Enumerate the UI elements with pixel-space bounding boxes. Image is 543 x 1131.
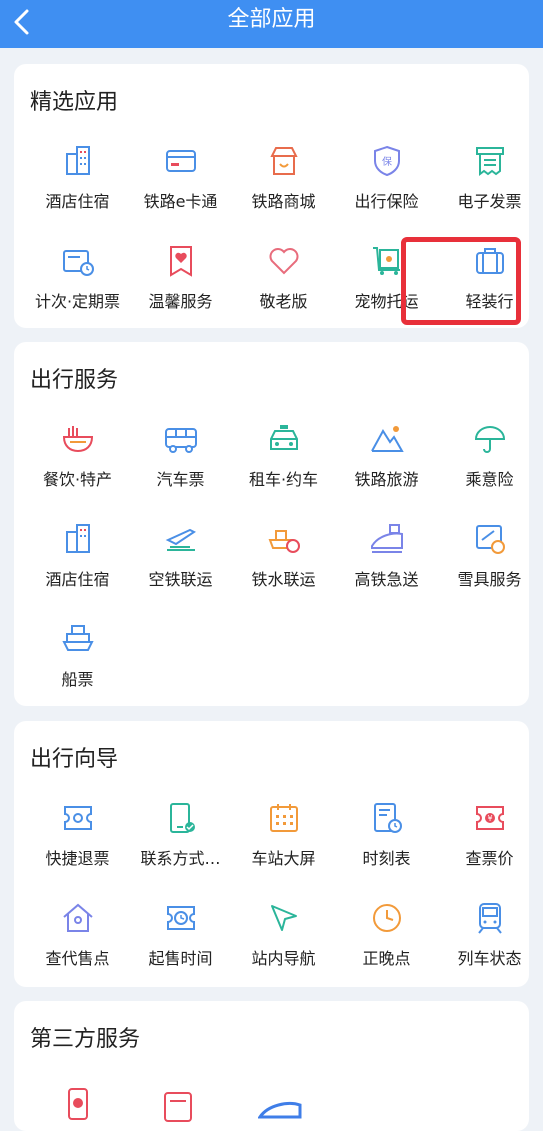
- app-food-specialty[interactable]: 餐饮·特产: [26, 416, 129, 516]
- ski-service-icon: [473, 522, 507, 556]
- app-ski-service[interactable]: 雪具服务: [438, 516, 541, 616]
- navigation-arrow-icon: [267, 901, 301, 935]
- app-rail-mall[interactable]: 铁路商城: [232, 138, 335, 238]
- app-warm-service[interactable]: 温馨服务: [129, 238, 232, 338]
- suitcase-icon: [473, 244, 507, 278]
- mountain-icon: [370, 422, 404, 456]
- app-agency-lookup[interactable]: 查代售点: [26, 895, 129, 995]
- app-air-rail[interactable]: 空铁联运: [129, 516, 232, 616]
- app-delay-status[interactable]: 正晚点: [335, 895, 438, 995]
- clock-icon: [370, 901, 404, 935]
- refund-ticket-icon: [61, 801, 95, 835]
- shield-icon: 保: [370, 144, 404, 178]
- card-icon: [164, 144, 198, 178]
- bus-icon: [164, 422, 198, 456]
- heart-ribbon-icon: [164, 244, 198, 278]
- app-hsr-express[interactable]: 高铁急送: [335, 516, 438, 616]
- taxi-icon: [267, 422, 301, 456]
- svg-text:¥: ¥: [487, 814, 492, 823]
- section-title: 第三方服务: [30, 1027, 141, 1052]
- section-title: 出行向导: [30, 747, 119, 772]
- app-hotel-2[interactable]: 酒店住宿: [26, 516, 129, 616]
- app-train-status[interactable]: 列车状态: [438, 895, 541, 995]
- app-quick-refund[interactable]: 快捷退票: [26, 795, 129, 895]
- top-bar: 全部应用: [0, 0, 543, 48]
- app-rail-tourism[interactable]: 铁路旅游: [335, 416, 438, 516]
- plane-train-icon: [164, 522, 198, 556]
- app-bus-ticket[interactable]: 汽车票: [129, 416, 232, 516]
- section-third-party: 第三方服务: [14, 1001, 529, 1131]
- section-travel-services: 出行服务 餐饮·特产 汽车票 租车·约车 铁路旅游 乘意险 酒店住宿 空铁联运: [14, 342, 529, 706]
- app-station-nav[interactable]: 站内导航: [232, 895, 335, 995]
- noodle-bowl-icon: [61, 422, 95, 456]
- section-travel-guide: 出行向导 快捷退票 联系方式… 车站大屏 时刻表 ¥ 查票价 查代售点 起售时间: [14, 721, 529, 987]
- back-arrow-icon: [14, 9, 29, 35]
- ferry-icon: [61, 622, 95, 656]
- app-travel-insurance[interactable]: 保 出行保险: [335, 138, 438, 238]
- app-rail-water[interactable]: 铁水联运: [232, 516, 335, 616]
- page-title: 全部应用: [227, 7, 316, 32]
- umbrella-icon: [473, 422, 507, 456]
- pet-cart-icon: [370, 244, 404, 278]
- heart-outline-icon: [267, 244, 301, 278]
- app-car-rental[interactable]: 租车·约车: [232, 416, 335, 516]
- section-title: 精选应用: [30, 90, 119, 115]
- shop-icon: [267, 144, 301, 178]
- section-featured-apps: 精选应用 酒店住宿 铁路e卡通 铁路商城 保 出行保险 电子发票 计次·定期票 …: [14, 64, 529, 328]
- app-station-screen[interactable]: 车站大屏: [232, 795, 335, 895]
- station-screen-icon: [267, 801, 301, 835]
- app-ferry-ticket[interactable]: 船票: [26, 616, 129, 716]
- sale-clock-icon: [164, 901, 198, 935]
- train-app-icon[interactable]: [257, 1097, 302, 1125]
- app-sale-time[interactable]: 起售时间: [129, 895, 232, 995]
- app-timed-ticket[interactable]: 计次·定期票: [26, 238, 129, 338]
- back-button[interactable]: [4, 4, 40, 40]
- app-rail-ecard[interactable]: 铁路e卡通: [129, 138, 232, 238]
- app-timetable[interactable]: 时刻表: [335, 795, 438, 895]
- app-e-invoice[interactable]: 电子发票: [438, 138, 541, 238]
- svg-text:保: 保: [382, 155, 392, 168]
- app-hotel[interactable]: 酒店住宿: [26, 138, 129, 238]
- app-ride-insurance[interactable]: 乘意险: [438, 416, 541, 516]
- section-title: 出行服务: [30, 368, 119, 393]
- phone-check-icon: [164, 801, 198, 835]
- app-contact-info[interactable]: 联系方式…: [129, 795, 232, 895]
- hotel-building-icon: [61, 144, 95, 178]
- ship-train-icon: [267, 522, 301, 556]
- train-status-icon: [473, 901, 507, 935]
- app-fare-lookup[interactable]: ¥ 查票价: [438, 795, 541, 895]
- card-app-icon[interactable]: [161, 1091, 195, 1129]
- phone-app-icon[interactable]: [61, 1087, 95, 1125]
- express-train-icon: [370, 522, 404, 556]
- timed-ticket-icon: [61, 244, 95, 278]
- app-elderly-mode[interactable]: 敬老版: [232, 238, 335, 338]
- yen-ticket-icon: ¥: [473, 801, 507, 835]
- house-location-icon: [61, 901, 95, 935]
- app-pet-shipping[interactable]: 宠物托运: [335, 238, 438, 338]
- receipt-icon: [473, 144, 507, 178]
- hotel-building-icon: [61, 522, 95, 556]
- app-light-travel[interactable]: 轻装行: [438, 238, 541, 338]
- timetable-icon: [370, 801, 404, 835]
